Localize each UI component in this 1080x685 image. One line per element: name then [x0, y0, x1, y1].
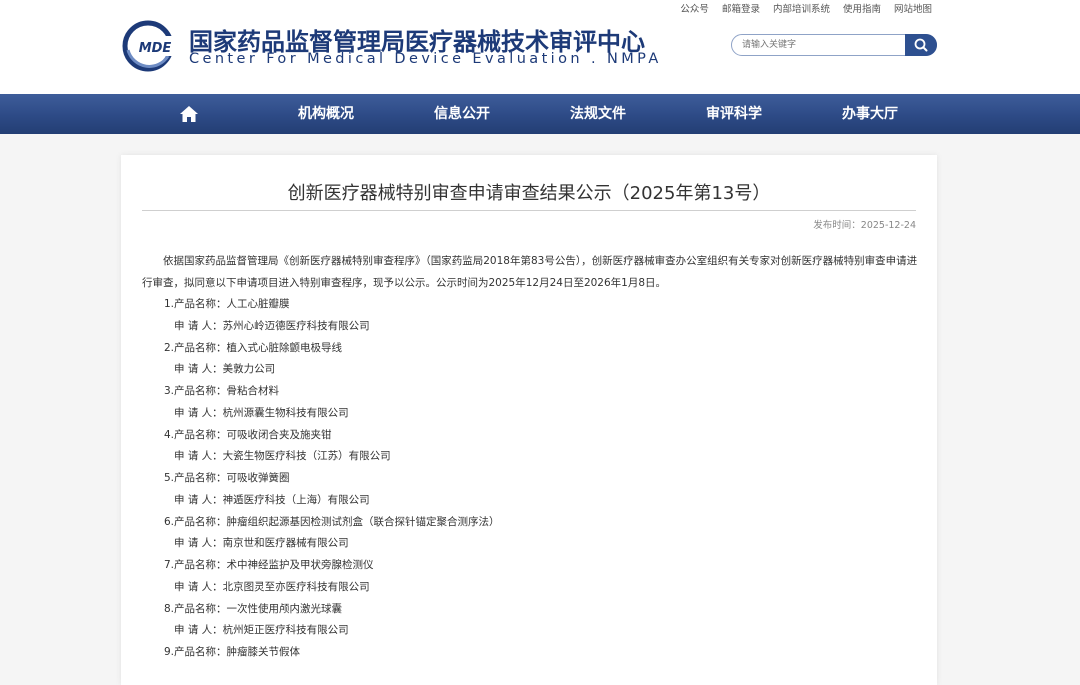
article-intro: 依据国家药品监督管理局《创新医疗器械特别审查程序》（国家药监局2018年第83号…	[142, 255, 918, 289]
nav-item-service-hall[interactable]: 办事大厅	[842, 94, 898, 134]
nav-item-regulations[interactable]: 法规文件	[570, 94, 626, 134]
applicant-name: 申 请 人：美敦力公司	[174, 363, 276, 376]
applicant-name: 申 请 人：杭州源囊生物科技有限公司	[174, 406, 349, 419]
mde-logo-icon[interactable]: MDE	[122, 20, 178, 72]
site-title-en[interactable]: Center For Medical Device Evaluation . N…	[189, 51, 662, 67]
product-name: 1.产品名称：人工心脏瓣膜	[164, 298, 290, 310]
nav-item-about[interactable]: 机构概况	[298, 94, 354, 134]
entry-list: 1.产品名称：人工心脏瓣膜 申 请 人：苏州心岭迈德医疗科技有限公司 2.产品名…	[164, 294, 500, 664]
top-link-training-system[interactable]: 内部培训系统	[773, 1, 830, 15]
product-name: 6.产品名称：肿瘤组织起源基因检测试剂盒（联合探针锚定聚合测序法）	[164, 515, 500, 528]
product-name: 9.产品名称：肿瘤膝关节假体	[164, 646, 301, 658]
applicant-name: 申 请 人：北京图灵至亦医疗科技有限公司	[174, 580, 370, 593]
main-nav: 机构概况 信息公开 法规文件 审评科学 办事大厅	[0, 94, 1080, 134]
applicant-name: 申 请 人：神遁医疗科技（上海）有限公司	[174, 493, 370, 506]
applicant-name: 申 请 人：南京世和医疗器械有限公司	[174, 537, 349, 550]
article-card: 创新医疗器械特别审查申请审查结果公示（2025年第13号） 发布时间：2025-…	[121, 155, 937, 685]
article-title: 创新医疗器械特别审查申请审查结果公示（2025年第13号）	[287, 183, 771, 204]
nav-item-review-science[interactable]: 审评科学	[706, 94, 762, 134]
top-link-sitemap[interactable]: 网站地图	[894, 1, 932, 15]
product-name: 8.产品名称：一次性使用颅内激光球囊	[164, 602, 343, 615]
search-button[interactable]	[905, 34, 937, 56]
product-name: 3.产品名称：骨粘合材料	[164, 385, 280, 397]
search-box	[731, 34, 937, 56]
site-header: 公众号 邮箱登录 内部培训系统 使用指南 网站地图 MDE 国家药品监督管理局医…	[0, 0, 1080, 94]
top-link-email-login[interactable]: 邮箱登录	[722, 1, 760, 15]
publish-time: 发布时间：2025-12-24	[813, 220, 916, 231]
nav-item-info-disclosure[interactable]: 信息公开	[434, 94, 490, 134]
product-name: 5.产品名称：可吸收弹簧圈	[164, 472, 290, 484]
applicant-name: 申 请 人：杭州矩正医疗科技有限公司	[174, 624, 349, 637]
top-links: 公众号 邮箱登录 内部培训系统 使用指南 网站地图	[667, 1, 932, 15]
search-input[interactable]	[742, 38, 902, 52]
product-name: 4.产品名称：可吸收闭合夹及施夹钳	[164, 428, 332, 441]
top-link-wechat[interactable]: 公众号	[680, 1, 709, 15]
search-icon	[914, 38, 928, 52]
top-link-guide[interactable]: 使用指南	[843, 1, 881, 15]
product-name: 2.产品名称：植入式心脏除颤电极导线	[164, 341, 343, 354]
applicant-name: 申 请 人：苏州心岭迈德医疗科技有限公司	[174, 319, 370, 332]
product-name: 7.产品名称：术中神经监护及甲状旁腺检测仪	[164, 559, 374, 571]
logo-abbr: MDE	[139, 41, 172, 56]
applicant-name: 申 请 人：大瓷生物医疗科技（江苏）有限公司	[174, 450, 391, 463]
title-divider	[142, 210, 916, 211]
home-icon[interactable]	[180, 106, 198, 122]
